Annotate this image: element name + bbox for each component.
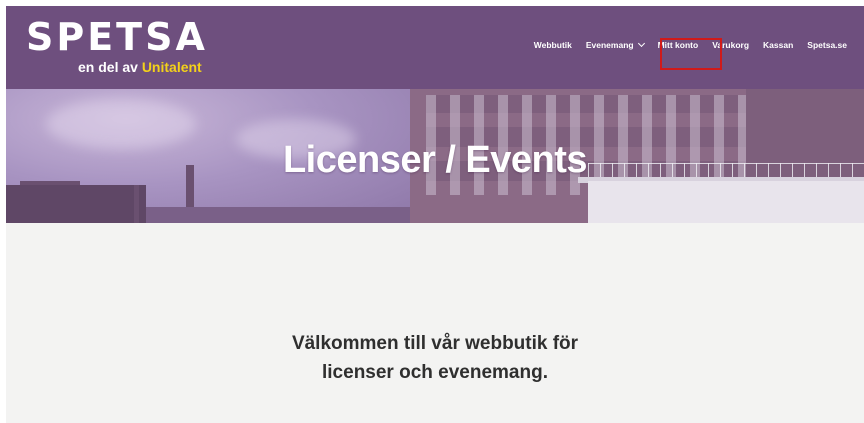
chevron-down-icon <box>637 39 645 48</box>
welcome-line-1: Välkommen till vår webbutik för <box>291 333 579 354</box>
logo-wordmark: SPETSA <box>26 15 208 59</box>
tree-line-shape <box>146 207 426 223</box>
main-nav: Webbutik Evenemang Mitt konto Varukorg K… <box>527 39 854 50</box>
nav-item-kassan[interactable]: Kassan <box>756 40 800 50</box>
nav-label: Mitt konto <box>657 40 699 50</box>
pavilion-shape <box>588 181 864 223</box>
spetsa-logo[interactable]: SPETSA en del av Unitalent <box>26 17 206 79</box>
nav-label: Varukorg <box>712 40 750 50</box>
page-title: Licenser / Events <box>282 139 588 181</box>
building-shape <box>6 185 146 223</box>
logo-tagline-brand: Unitalent <box>141 59 202 75</box>
nav-label: Kassan <box>763 40 794 50</box>
nav-item-spetsa-se[interactable]: Spetsa.se <box>800 40 854 50</box>
welcome-heading: Välkommen till vår webbutik för licenser… <box>6 329 864 387</box>
nav-label: Evenemang <box>585 40 634 50</box>
chimney-shape <box>134 185 139 223</box>
browser-viewport: SPETSA en del av Unitalent Webbutik Even… <box>6 6 864 423</box>
logo-tagline: en del av Unitalent <box>78 59 202 75</box>
nav-item-evenemang[interactable]: Evenemang <box>579 39 651 50</box>
welcome-line-2: licenser och evenemang. <box>322 362 548 383</box>
hero-banner: Licenser / Events <box>6 89 864 223</box>
nav-item-varukorg[interactable]: Varukorg <box>705 40 756 50</box>
site-header: SPETSA en del av Unitalent Webbutik Even… <box>6 6 864 89</box>
nav-item-mitt-konto[interactable]: Mitt konto <box>651 40 706 50</box>
nav-item-webbutik[interactable]: Webbutik <box>527 40 579 50</box>
nav-label: Webbutik <box>533 40 572 50</box>
nav-label: Spetsa.se <box>807 40 847 50</box>
logo-tagline-prefix: en del av <box>78 59 142 75</box>
